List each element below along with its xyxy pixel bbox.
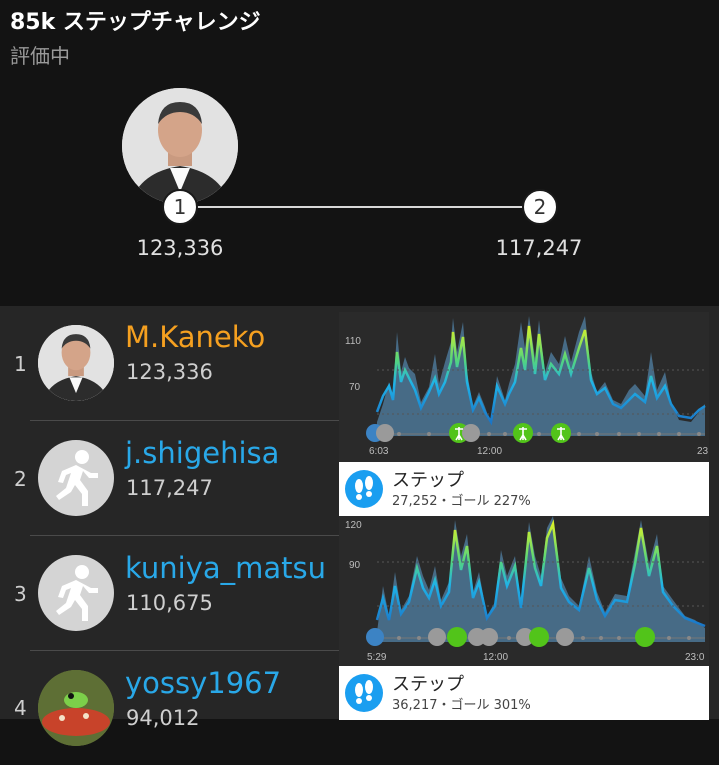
y-tick-label: 110 [345, 336, 361, 347]
frog-mushroom-photo [38, 670, 114, 746]
row-divider [30, 650, 340, 651]
heart-rate-chart: 110 70 6:03 12:00 23 [345, 316, 709, 456]
walk-icon [480, 628, 498, 646]
walk-icon [376, 424, 394, 442]
leader-avatar[interactable] [122, 88, 238, 204]
steps-footer[interactable]: ステップ 36,217・ゴール 301% [339, 666, 709, 720]
x-tick-label: 6:03 [369, 446, 389, 456]
podium-steps-2: 117,247 [495, 236, 583, 260]
podium-steps-1: 123,336 [136, 236, 224, 260]
steps-summary: 36,217・ゴール 301% [392, 698, 531, 713]
y-tick-label: 70 [349, 382, 361, 393]
row-divider [30, 535, 340, 536]
alarm-icon [366, 628, 384, 646]
rank-number: 4 [14, 696, 27, 720]
activity-card[interactable]: 120 90 5:29 12:00 23:0 ステップ 36,217・ゴール 3… [339, 516, 709, 720]
user-steps: 117,247 [126, 476, 213, 500]
leaderboard-row[interactable]: 3 kuniya_matsu 110,675 [0, 537, 340, 650]
user-name[interactable]: j.shigehisa [125, 436, 279, 470]
heart-rate-chart: 120 90 5:29 12:00 23:0 [345, 516, 706, 662]
footprints-icon [345, 470, 383, 508]
run-icon [447, 627, 467, 647]
steps-title: ステップ [392, 674, 464, 695]
x-tick-label: 23:0 [685, 652, 705, 662]
leaderboard-row[interactable]: 2 j.shigehisa 117,247 [0, 422, 340, 535]
walk-icon [428, 628, 446, 646]
challenge-title: 85k ステップチャレンジ [10, 10, 261, 35]
default-avatar-icon[interactable] [38, 440, 114, 516]
user-steps: 123,336 [126, 360, 213, 384]
x-tick-label: 5:29 [367, 652, 387, 662]
rank-number: 1 [14, 352, 27, 376]
leaderboard-row[interactable]: 4 yossy1967 94,012 [0, 652, 340, 765]
steps-summary: 27,252・ゴール 227% [392, 494, 531, 509]
footprints-icon [345, 674, 383, 712]
walk-icon [556, 628, 574, 646]
walk-icon [462, 424, 480, 442]
default-avatar-icon[interactable] [38, 555, 114, 631]
x-tick-label: 12:00 [483, 652, 508, 662]
user-name[interactable]: M.Kaneko [125, 320, 265, 354]
user-steps: 94,012 [126, 706, 200, 730]
leaderboard-row[interactable]: 1 M.Kaneko 123,336 [0, 308, 340, 421]
x-tick-label: 12:00 [477, 446, 502, 456]
rank-number: 2 [14, 467, 27, 491]
run-icon [529, 627, 549, 647]
avatar[interactable] [38, 670, 114, 746]
user-name[interactable]: kuniya_matsu [125, 551, 326, 585]
x-tick-label: 23 [697, 446, 709, 456]
y-tick-label: 90 [349, 560, 361, 571]
user-steps: 110,675 [126, 591, 213, 615]
run-icon [635, 627, 655, 647]
podium-rank-1[interactable]: 1 [162, 189, 198, 225]
person-photo [122, 88, 238, 204]
activity-card[interactable]: 110 70 6:03 12:00 23 ステップ 27,252・ゴール 227… [339, 312, 709, 516]
y-tick-label: 120 [345, 520, 362, 531]
steps-title: ステップ [392, 470, 464, 491]
person-photo [38, 325, 114, 401]
challenge-status: 評価中 [10, 44, 70, 68]
podium-connector [180, 206, 540, 208]
user-name[interactable]: yossy1967 [125, 666, 281, 700]
avatar[interactable] [38, 325, 114, 401]
rank-number: 3 [14, 582, 27, 606]
steps-footer[interactable]: ステップ 27,252・ゴール 227% [339, 462, 709, 516]
row-divider [30, 420, 340, 421]
podium-rank-2[interactable]: 2 [522, 189, 558, 225]
